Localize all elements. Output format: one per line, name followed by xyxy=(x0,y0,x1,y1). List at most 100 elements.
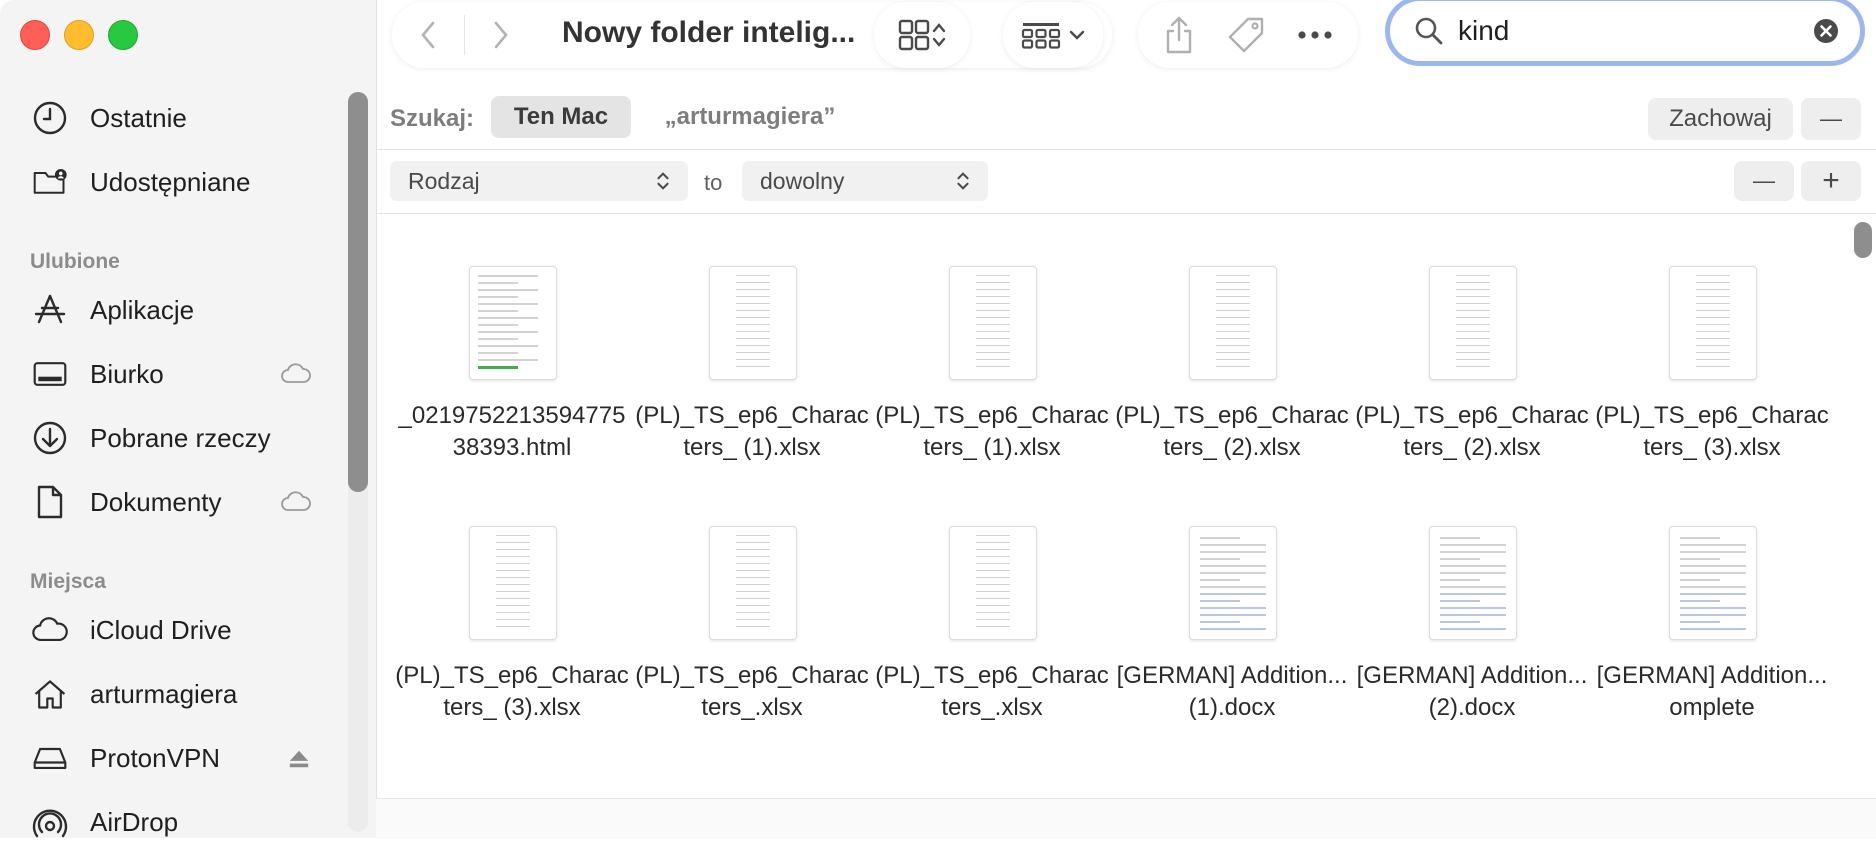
thumbnail-line xyxy=(478,345,538,347)
thumbnail-line xyxy=(1680,600,1720,602)
sidebar-item-applications[interactable]: Aplikacje xyxy=(30,286,330,334)
thumbnail-line xyxy=(976,619,1010,620)
remove-criteria-button[interactable]: — xyxy=(1734,161,1794,201)
file-item[interactable]: (PL)_TS_ep6_Characters_.xlsx xyxy=(872,470,1112,721)
thumbnail-line xyxy=(976,331,1010,332)
thumbnail-line xyxy=(1456,324,1490,325)
thumbnail-line xyxy=(478,303,538,305)
icloud-status-icon xyxy=(280,362,312,393)
thumbnail-line xyxy=(1200,628,1266,630)
more-actions-button[interactable] xyxy=(1297,30,1333,40)
thumbnail-line xyxy=(1680,537,1720,539)
file-item[interactable]: (PL)_TS_ep6_Characters_ (2).xlsx xyxy=(1352,214,1592,461)
thumbnail-line xyxy=(1680,572,1746,574)
thumbnail-line xyxy=(736,345,770,346)
add-criteria-button[interactable]: + xyxy=(1801,161,1861,201)
thumbnail-line xyxy=(478,275,538,277)
file-item[interactable]: [GERMAN] Addition...omplete xyxy=(1592,470,1832,721)
search-field[interactable] xyxy=(1385,0,1865,66)
thumbnail-line xyxy=(736,338,770,339)
thumbnail-line xyxy=(976,338,1010,339)
share-button[interactable] xyxy=(1163,15,1195,55)
thumbnail-line xyxy=(1216,352,1250,353)
thumbnail-line xyxy=(1216,289,1250,290)
thumbnail-line xyxy=(496,549,530,550)
thumbnail-line xyxy=(1440,537,1480,539)
thumbnail-line xyxy=(1200,593,1266,595)
thumbnail-line xyxy=(1200,621,1240,623)
sidebar-item-recent[interactable]: Ostatnie xyxy=(30,94,330,142)
forward-button[interactable] xyxy=(465,2,537,68)
thumbnail-line xyxy=(1680,614,1746,616)
sidebar-item-home[interactable]: arturmagiera xyxy=(30,670,330,718)
eject-icon[interactable] xyxy=(288,746,310,777)
file-item[interactable]: (PL)_TS_ep6_Characters_.xlsx xyxy=(632,470,872,721)
thumbnail-line xyxy=(736,317,770,318)
thumbnail-line xyxy=(1440,593,1506,595)
sidebar-item-documents[interactable]: Dokumenty xyxy=(30,478,330,526)
tag-icon xyxy=(1228,17,1264,53)
file-item[interactable]: (PL)_TS_ep6_Characters_ (1).xlsx xyxy=(632,214,872,461)
sidebar-item-protonvpn[interactable]: ProtonVPN xyxy=(30,734,330,782)
tag-button[interactable] xyxy=(1226,15,1266,55)
thumbnail-line xyxy=(496,570,530,571)
back-button[interactable] xyxy=(392,2,464,68)
scope-this-mac-button[interactable]: Ten Mac xyxy=(491,96,631,138)
icloud-status-icon xyxy=(280,490,312,521)
thumbnail-line xyxy=(976,577,1010,578)
file-item[interactable]: (PL)_TS_ep6_Characters_ (3).xlsx xyxy=(1592,214,1832,461)
maximize-window-button[interactable] xyxy=(108,20,138,50)
thumbnail-line xyxy=(1440,544,1506,546)
file-thumbnail xyxy=(1189,526,1277,640)
thumbnail-line xyxy=(1216,338,1250,339)
thumbnail-line xyxy=(736,331,770,332)
thumbnail-line xyxy=(1200,600,1240,602)
minimize-window-button[interactable] xyxy=(64,20,94,50)
icloud-icon xyxy=(30,610,70,650)
sidebar-item-icloud-drive[interactable]: iCloud Drive xyxy=(30,606,330,654)
sidebar-item-desktop[interactable]: Biurko xyxy=(30,350,330,398)
scope-user-folder-button[interactable]: „arturmagiera” xyxy=(650,96,850,138)
clear-search-button[interactable] xyxy=(1812,17,1840,45)
file-item[interactable]: [GERMAN] Addition...(2).docx xyxy=(1352,470,1592,721)
group-by-button[interactable] xyxy=(1003,2,1103,68)
file-item[interactable]: (PL)_TS_ep6_Characters_ (2).xlsx xyxy=(1112,214,1352,461)
sidebar-item-downloads[interactable]: Pobrane rzeczy xyxy=(30,414,330,462)
thumbnail-line xyxy=(478,317,538,319)
file-item[interactable]: _021975221359477538393.html xyxy=(392,214,632,461)
thumbnail-line xyxy=(736,352,770,353)
sidebar-item-shared[interactable]: Udostępniane xyxy=(30,158,330,206)
file-item[interactable]: (PL)_TS_ep6_Characters_ (3).xlsx xyxy=(392,470,632,721)
search-icon xyxy=(1414,16,1444,46)
sidebar-scrollbar[interactable] xyxy=(348,92,368,492)
criteria-value-select[interactable]: dowolny xyxy=(742,161,988,201)
file-item[interactable]: [GERMAN] Addition...(1).docx xyxy=(1112,470,1352,721)
downloads-icon xyxy=(30,418,70,458)
close-window-button[interactable] xyxy=(20,20,50,50)
thumbnail-line xyxy=(478,324,518,326)
thumbnail-line xyxy=(1200,565,1266,567)
save-search-button[interactable]: Zachowaj xyxy=(1648,98,1793,140)
chevron-down-icon xyxy=(1069,29,1085,41)
sidebar-item-airdrop[interactable]: AirDrop xyxy=(30,798,330,846)
thumbnail-line xyxy=(1440,579,1480,581)
file-thumbnail xyxy=(949,526,1037,640)
search-input[interactable] xyxy=(1456,14,1812,48)
close-search-button[interactable]: — xyxy=(1801,98,1861,140)
thumbnail-line xyxy=(1680,586,1746,588)
clock-icon xyxy=(30,98,70,138)
file-item[interactable]: (PL)_TS_ep6_Characters_ (1).xlsx xyxy=(872,214,1112,461)
view-mode-button[interactable] xyxy=(874,2,970,68)
window-title: Nowy folder intelig... xyxy=(562,16,856,49)
thumbnail-line xyxy=(1200,558,1240,560)
chevron-right-icon xyxy=(494,21,508,49)
content-scrollbar[interactable] xyxy=(1854,222,1872,258)
grid-view-icon xyxy=(897,18,931,52)
thumbnail-line xyxy=(496,584,530,585)
thumbnail-line xyxy=(1200,614,1266,616)
thumbnail-line xyxy=(976,563,1010,564)
criteria-attribute-select[interactable]: Rodzaj xyxy=(390,161,688,201)
thumbnail-line xyxy=(496,605,530,606)
file-thumbnail xyxy=(1429,526,1517,640)
thumbnail-line xyxy=(1456,275,1490,276)
